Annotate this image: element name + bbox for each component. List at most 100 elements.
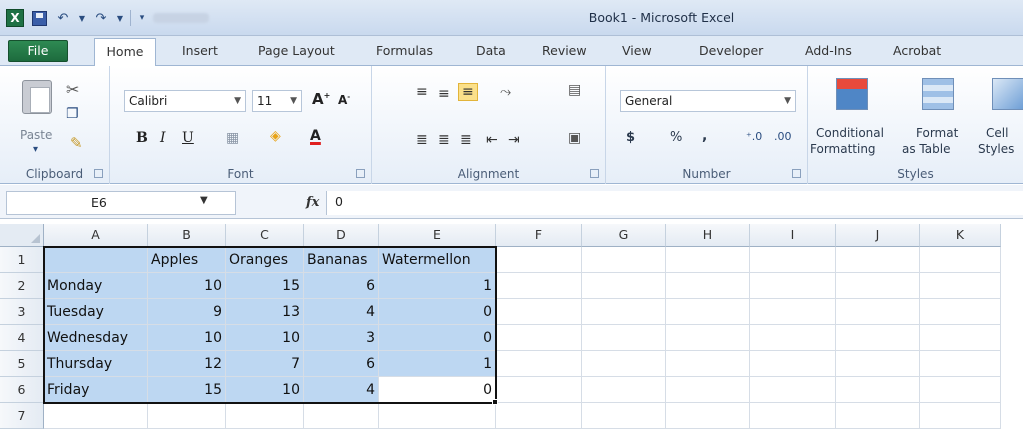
cell-j2[interactable] (836, 273, 920, 299)
align-center-icon[interactable]: ≣ (438, 132, 450, 148)
cell-e4[interactable]: 0 (379, 325, 496, 351)
cell-h2[interactable] (666, 273, 750, 299)
grow-font-icon[interactable]: A+ (312, 90, 330, 108)
tab-developer[interactable]: Developer (699, 43, 763, 58)
cell-a3[interactable]: Tuesday (44, 299, 148, 325)
fill-handle[interactable] (492, 399, 498, 405)
conditional-formatting-icon[interactable] (836, 78, 868, 110)
bold-icon[interactable]: B (136, 130, 148, 146)
column-header-c[interactable]: C (226, 224, 304, 247)
tab-acrobat[interactable]: Acrobat (893, 43, 941, 58)
cell-d5[interactable]: 6 (304, 351, 379, 377)
cell-i6[interactable] (750, 377, 836, 403)
cell-i1[interactable] (750, 247, 836, 273)
cell-j4[interactable] (836, 325, 920, 351)
format-as-table-icon[interactable] (922, 78, 954, 110)
cell-styles-line2[interactable]: Styles (978, 142, 1014, 156)
cell-i2[interactable] (750, 273, 836, 299)
cell-k3[interactable] (920, 299, 1001, 325)
cell-g6[interactable] (582, 377, 666, 403)
row-header-3[interactable]: 3 (0, 299, 44, 325)
column-header-e[interactable]: E (379, 224, 496, 247)
cell-j6[interactable] (836, 377, 920, 403)
cell-f2[interactable] (496, 273, 582, 299)
cell-k7[interactable] (920, 403, 1001, 429)
decrease-indent-icon[interactable]: ⇤ (486, 132, 498, 148)
cell-a5[interactable]: Thursday (44, 351, 148, 377)
clipboard-launcher-icon[interactable] (94, 169, 103, 178)
row-header-1[interactable]: 1 (0, 247, 44, 273)
cut-icon[interactable]: ✂ (66, 80, 79, 99)
format-as-table-line1[interactable]: Format (916, 126, 958, 140)
tab-home[interactable]: Home (94, 38, 156, 67)
increase-decimal-icon[interactable]: ⁺.0 (746, 130, 762, 143)
cell-g2[interactable] (582, 273, 666, 299)
tab-data[interactable]: Data (476, 43, 506, 58)
row-header-2[interactable]: 2 (0, 273, 44, 299)
cell-c4[interactable]: 10 (226, 325, 304, 351)
paste-button[interactable]: Paste (20, 128, 52, 142)
format-painter-icon[interactable]: ✎ (70, 134, 83, 152)
shrink-font-icon[interactable]: A- (338, 93, 350, 107)
cell-d7[interactable] (304, 403, 379, 429)
cell-j7[interactable] (836, 403, 920, 429)
orientation-icon[interactable]: ⤳ (500, 84, 511, 100)
font-color-icon[interactable]: A (310, 128, 321, 144)
cell-g5[interactable] (582, 351, 666, 377)
tab-view[interactable]: View (622, 43, 652, 58)
select-all-button[interactable] (0, 224, 44, 247)
cell-c1[interactable]: Oranges (226, 247, 304, 273)
cell-e6[interactable]: 0 (379, 377, 496, 403)
cell-f5[interactable] (496, 351, 582, 377)
cell-e2[interactable]: 1 (379, 273, 496, 299)
cell-h5[interactable] (666, 351, 750, 377)
tab-review[interactable]: Review (542, 43, 587, 58)
copy-icon[interactable]: ❐ (66, 106, 79, 122)
cell-j1[interactable] (836, 247, 920, 273)
tab-insert[interactable]: Insert (182, 43, 218, 58)
align-left-icon[interactable]: ≣ (416, 132, 428, 148)
alignment-launcher-icon[interactable] (590, 169, 599, 178)
cell-d3[interactable]: 4 (304, 299, 379, 325)
italic-icon[interactable]: I (160, 130, 166, 146)
paste-icon[interactable] (22, 80, 52, 114)
increase-indent-icon[interactable]: ⇥ (508, 132, 520, 148)
cell-c7[interactable] (226, 403, 304, 429)
row-header-4[interactable]: 4 (0, 325, 44, 351)
cell-h1[interactable] (666, 247, 750, 273)
cell-b6[interactable]: 15 (148, 377, 226, 403)
formula-input[interactable]: 0 (326, 191, 1023, 215)
percent-button[interactable]: % (670, 130, 682, 145)
worksheet-grid[interactable]: A B C D E F G H I J K 1 2 3 4 5 6 7 Apples Oranges Bananas Wa… (0, 224, 1023, 435)
align-right-icon[interactable]: ≣ (460, 132, 472, 148)
cell-d6[interactable]: 4 (304, 377, 379, 403)
comma-button[interactable]: , (702, 128, 707, 144)
column-header-a[interactable]: A (44, 224, 148, 247)
cell-f7[interactable] (496, 403, 582, 429)
cell-i3[interactable] (750, 299, 836, 325)
cell-h7[interactable] (666, 403, 750, 429)
cell-b3[interactable]: 9 (148, 299, 226, 325)
column-header-i[interactable]: I (750, 224, 836, 247)
column-header-k[interactable]: K (920, 224, 1001, 247)
column-header-j[interactable]: J (836, 224, 920, 247)
cell-k6[interactable] (920, 377, 1001, 403)
merge-center-icon[interactable]: ▣ (568, 130, 581, 146)
align-bottom-icon[interactable]: ≡ (458, 83, 478, 101)
cell-h3[interactable] (666, 299, 750, 325)
cell-g3[interactable] (582, 299, 666, 325)
column-header-b[interactable]: B (148, 224, 226, 247)
conditional-formatting-line2[interactable]: Formatting (810, 142, 876, 156)
cell-j3[interactable] (836, 299, 920, 325)
align-top-icon[interactable]: ≡ (416, 84, 428, 100)
column-header-d[interactable]: D (304, 224, 379, 247)
cell-k5[interactable] (920, 351, 1001, 377)
cell-a7[interactable] (44, 403, 148, 429)
tab-add-ins[interactable]: Add-Ins (805, 43, 852, 58)
column-header-h[interactable]: H (666, 224, 750, 247)
cell-i7[interactable] (750, 403, 836, 429)
cell-i4[interactable] (750, 325, 836, 351)
cell-c6[interactable]: 10 (226, 377, 304, 403)
cell-k4[interactable] (920, 325, 1001, 351)
column-header-g[interactable]: G (582, 224, 666, 247)
